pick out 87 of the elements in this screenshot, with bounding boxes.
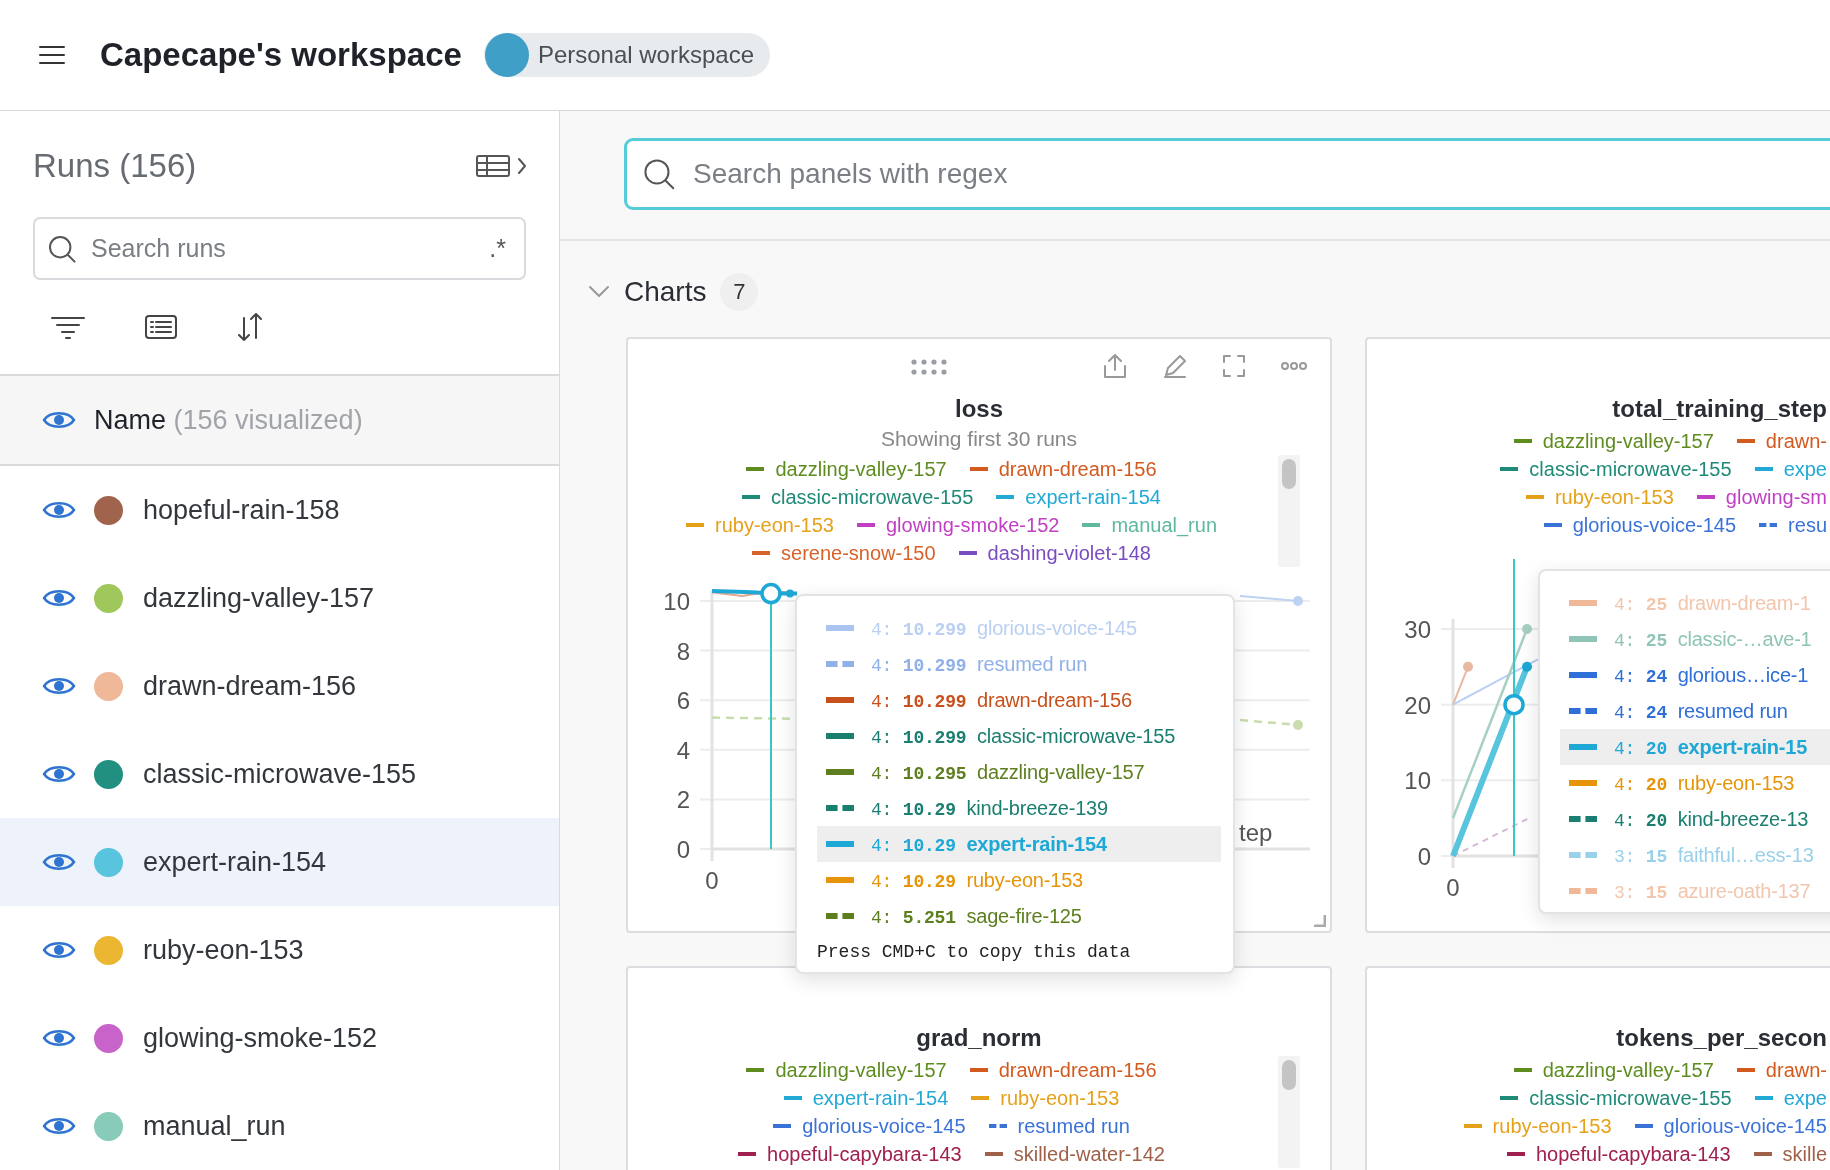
legend-label[interactable]: glowing-sm bbox=[1725, 485, 1827, 509]
tooltip-entry: 4: 10.295 dazzling-valley-157 bbox=[871, 760, 1145, 784]
workspace-title: Capecape's workspace bbox=[100, 36, 462, 74]
run-row[interactable]: classic-microwave-155 bbox=[0, 730, 559, 818]
axis-tick-label: 20 bbox=[1404, 691, 1431, 719]
run-row[interactable]: drawn-dream-156 bbox=[0, 642, 559, 730]
legend-label[interactable]: drawn- bbox=[1765, 1058, 1827, 1082]
tooltip-entry: 4: 24 resumed run bbox=[1614, 699, 1788, 723]
axis-label: tep bbox=[1239, 819, 1273, 846]
tooltip-entry: 4: 10.29 expert-rain-154 bbox=[871, 832, 1107, 856]
legend-label[interactable]: dazzling-valley-157 bbox=[1542, 1058, 1714, 1082]
regex-toggle[interactable]: .* bbox=[489, 233, 506, 263]
run-row[interactable]: ruby-eon-153 bbox=[0, 906, 559, 994]
legend-label[interactable]: dazzling-valley-157 bbox=[1542, 429, 1714, 453]
chart-subtitle: Showing first 30 runs bbox=[880, 426, 1078, 452]
axis-tick-label: 6 bbox=[676, 687, 690, 715]
legend-label[interactable]: glorious-voice-145 bbox=[1663, 1114, 1827, 1138]
run-row[interactable]: glowing-smoke-152 bbox=[0, 994, 559, 1082]
axis-tick-label: 30 bbox=[1404, 616, 1431, 643]
legend-label[interactable]: classic-microwave-155 bbox=[771, 485, 974, 509]
legend-label[interactable]: classic-microwave-155 bbox=[1529, 457, 1732, 481]
run-row[interactable]: expert-rain-154 bbox=[0, 818, 559, 906]
legend-label[interactable]: drawn-dream-156 bbox=[998, 457, 1157, 481]
legend-label[interactable]: dazzling-valley-157 bbox=[775, 457, 947, 481]
legend-label[interactable]: ruby-eon-153 bbox=[1492, 1114, 1612, 1138]
legend-label[interactable]: hopeful-capybara-143 bbox=[767, 1142, 962, 1166]
tooltip-entry: 4: 10.299 resumed run bbox=[871, 652, 1088, 676]
tooltip-entry: 4: 10.29 ruby-eon-153 bbox=[871, 868, 1083, 892]
legend-label[interactable]: hopeful-capybara-143 bbox=[1535, 1142, 1731, 1166]
tooltip-entry: 4: 5.251 sage-fire-125 bbox=[871, 904, 1082, 928]
badge-label: Personal workspace bbox=[537, 41, 754, 69]
legend-label[interactable]: serene-snow-150 bbox=[781, 541, 936, 565]
chart-title: total_training_step bbox=[1612, 394, 1827, 424]
legend-label[interactable]: skilled-water-142 bbox=[1013, 1142, 1165, 1166]
axis-tick-label: 8 bbox=[676, 637, 690, 665]
section-title[interactable]: Charts bbox=[624, 276, 707, 308]
legend-label[interactable]: glorious-voice-145 bbox=[802, 1114, 966, 1138]
chart-title: tokens_per_secon bbox=[1616, 1023, 1827, 1053]
legend-label[interactable]: skille bbox=[1782, 1142, 1827, 1166]
axis-tick-label: 0 bbox=[676, 836, 690, 863]
run-row[interactable]: manual_run bbox=[0, 1082, 559, 1170]
legend-label[interactable]: expert-rain-154 bbox=[812, 1086, 949, 1110]
legend-label[interactable]: resumed run bbox=[1017, 1114, 1130, 1138]
legend-label[interactable]: dazzling-valley-157 bbox=[775, 1058, 947, 1082]
tooltip-entry: 4: 25 drawn-dream-1 bbox=[1614, 591, 1811, 615]
tooltip-entry: 4: 20 expert-rain-15 bbox=[1614, 735, 1808, 759]
tooltip-entry: 4: 25 classic-…ave-1 bbox=[1614, 627, 1812, 651]
tooltip-hint: Press CMD+C to copy this data bbox=[817, 942, 1132, 962]
count-badge: 7 bbox=[720, 273, 759, 311]
panel-search-field[interactable]: Search panels with regex bbox=[624, 138, 1830, 210]
tooltip-entry: 4: 20 ruby-eon-153 bbox=[1614, 771, 1795, 795]
axis-tick-label: 4 bbox=[676, 736, 690, 764]
tooltip-entry: 3: 15 azure-oath-137 bbox=[1614, 879, 1811, 903]
tooltip-entry: 4: 20 kind-breeze-13 bbox=[1614, 807, 1809, 831]
run-row[interactable]: dazzling-valley-157 bbox=[0, 554, 559, 642]
legend-label[interactable]: expe bbox=[1783, 457, 1827, 481]
legend-label[interactable]: classic-microwave-155 bbox=[1529, 1086, 1732, 1110]
legend-label[interactable]: manual_run bbox=[1111, 513, 1217, 537]
workspace-badge[interactable]: Personal workspace bbox=[483, 33, 770, 77]
legend-label[interactable]: ruby-eon-153 bbox=[1554, 485, 1674, 509]
axis-tick-label: 0 bbox=[1417, 843, 1431, 870]
axis-tick-label: 0 bbox=[1446, 874, 1460, 901]
legend-label[interactable]: dashing-violet-148 bbox=[987, 541, 1151, 565]
tooltip-entry: 4: 10.29 kind-breeze-139 bbox=[871, 796, 1108, 820]
legend-label[interactable]: ruby-eon-153 bbox=[1000, 1086, 1120, 1110]
axis-tick-label: 10 bbox=[1404, 767, 1431, 795]
tooltip-entry: 4: 10.299 glorious-voice-145 bbox=[871, 616, 1137, 640]
axis-tick-label: 10 bbox=[663, 588, 690, 615]
legend-label[interactable]: glorious-voice-145 bbox=[1572, 513, 1737, 537]
legend-label[interactable]: expe bbox=[1783, 1086, 1827, 1110]
tooltip-entry: 4: 24 glorious…ice-1 bbox=[1614, 663, 1809, 687]
axis-tick-label: 2 bbox=[676, 786, 690, 814]
legend-label[interactable]: glowing-smoke-152 bbox=[885, 513, 1060, 537]
legend-label[interactable]: ruby-eon-153 bbox=[715, 513, 834, 537]
chart-title: grad_norm bbox=[916, 1023, 1042, 1053]
legend-label[interactable]: drawn-dream-156 bbox=[998, 1058, 1157, 1082]
legend-label[interactable]: drawn- bbox=[1765, 429, 1827, 453]
tooltip-entry: 4: 10.299 drawn-dream-156 bbox=[871, 688, 1132, 712]
run-row[interactable]: hopeful-rain-158 bbox=[0, 466, 559, 554]
tooltip-entry: 4: 10.299 classic-microwave-155 bbox=[871, 724, 1176, 748]
chart-title: loss bbox=[955, 394, 1003, 424]
name-column-header[interactable]: Name (156 visualized) bbox=[94, 404, 363, 436]
tooltip-entry: 3: 15 faithful…ess-13 bbox=[1614, 843, 1814, 867]
axis-tick-label: 0 bbox=[705, 867, 719, 894]
legend-label[interactable]: resu bbox=[1788, 513, 1827, 537]
runs-title: Runs (156) bbox=[33, 147, 197, 185]
legend-label[interactable]: expert-rain-154 bbox=[1025, 485, 1161, 509]
